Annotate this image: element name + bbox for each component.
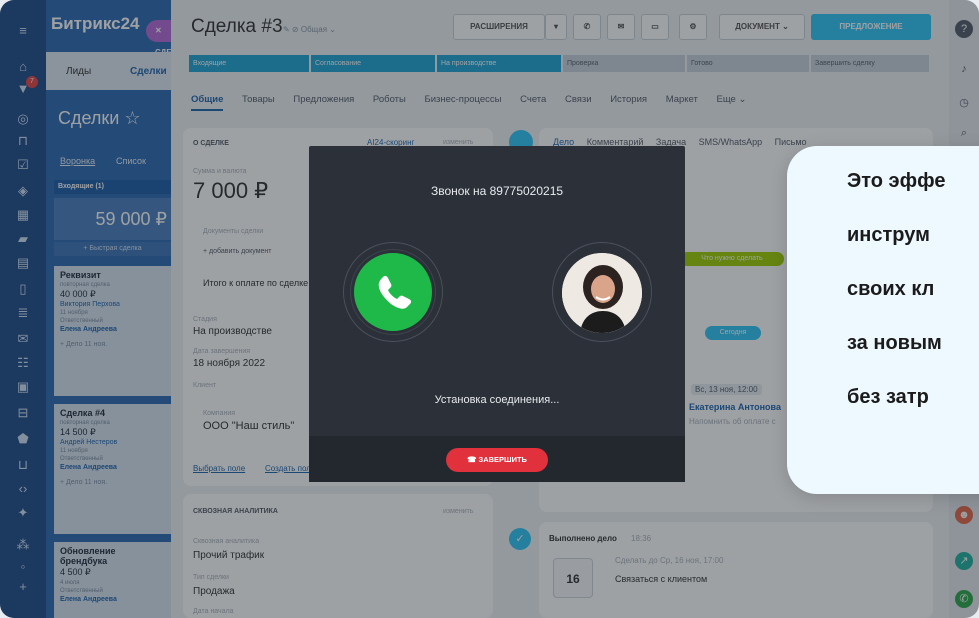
end-call-button[interactable]: ☎ ЗАВЕРШИТЬ [446,448,548,472]
promo-line: Это эффе [847,170,946,192]
promo-line: за новым [847,332,942,354]
end-call-label: ЗАВЕРШИТЬ [478,455,527,464]
call-title: Звонок на 89775020215 [430,184,564,198]
promo-line: своих кл [847,278,935,300]
call-dialog: Звонок на 89775020215 Установка соединен… [309,146,685,482]
call-footer: ☎ ЗАВЕРШИТЬ [309,436,685,482]
promo-line: без затр [847,386,929,408]
phone-icon[interactable] [354,253,432,331]
promo-bubble: Это эффе инструм своих кл за новым без з… [787,146,979,494]
hangup-icon: ☎ [467,455,479,464]
promo-line: инструм [847,224,930,246]
avatar [562,253,642,333]
call-status: Установка соединения... [434,394,560,406]
app-frame: ≡ ⌂ ▼ 7 ◎ ⊓ ☑ ◈ ▦ ▰ ▤ ▯ ≣ ✉ ☷ ▣ ⊟ ⬟ ⊔ ‹›… [0,0,979,618]
